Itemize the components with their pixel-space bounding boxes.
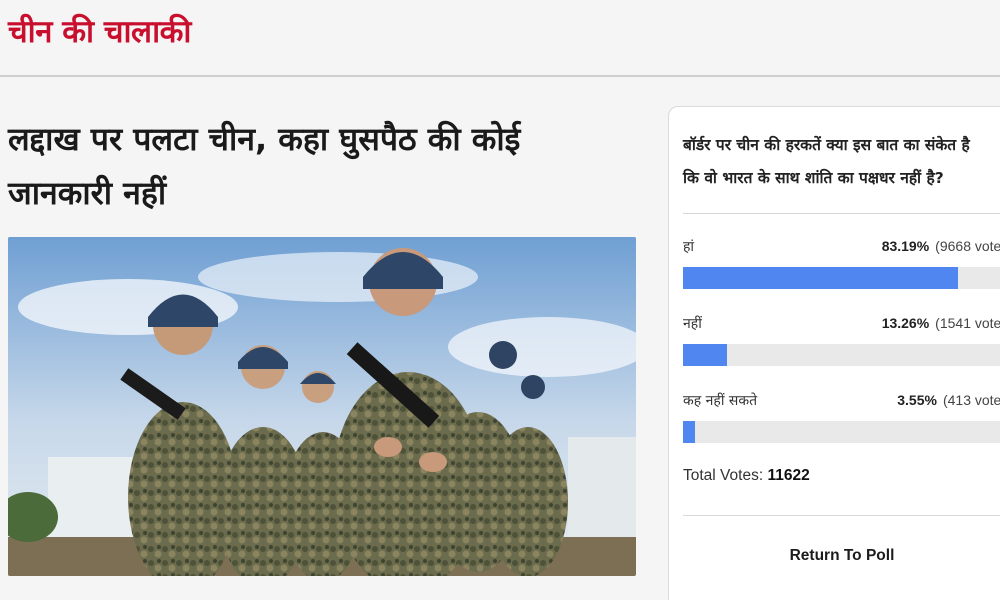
total-votes-value: 11622: [767, 467, 810, 484]
section-title: चीन की चालाकी: [8, 14, 191, 50]
poll-bar-track: [683, 344, 1000, 366]
poll-bar-fill: [683, 344, 727, 366]
poll-question: बॉर्डर पर चीन की हरकतें क्या इस बात का स…: [683, 129, 1000, 195]
poll-option-yes: हां 83.19% (9668 votes): [683, 237, 1000, 289]
poll-option-votes: (9668 votes): [935, 238, 1000, 254]
poll-option-label: नहीं: [683, 316, 702, 332]
poll-bar-fill: [683, 421, 695, 443]
poll-option-percent: 83.19%: [881, 238, 930, 254]
poll-option-label: कह नहीं सकते: [683, 393, 758, 409]
return-to-poll-button[interactable]: Return To Poll: [683, 547, 1000, 565]
poll-divider: [683, 213, 1000, 214]
poll-option-label: हां: [683, 239, 695, 255]
poll-option-no: नहीं 13.26% (1541 votes): [683, 314, 1000, 366]
poll-widget: बॉर्डर पर चीन की हरकतें क्या इस बात का स…: [668, 106, 1000, 600]
article-hero-image[interactable]: [8, 237, 636, 576]
header-divider: [0, 75, 1000, 77]
poll-total-votes: Total Votes: 11622: [683, 467, 810, 485]
headline-line-1: लद्दाख पर पलटा चीन, कहा घुसपैठ की कोई: [8, 120, 521, 158]
poll-bar-track: [683, 267, 1000, 289]
article-headline[interactable]: लद्दाख पर पलटा चीन, कहा घुसपैठ की कोई जा…: [8, 112, 628, 220]
poll-option-cant-say: कह नहीं सकते 3.55% (413 votes): [683, 391, 1000, 443]
poll-question-line-1: बॉर्डर पर चीन की हरकतें क्या इस बात का स…: [683, 136, 970, 154]
headline-line-2: जानकारी नहीं: [8, 174, 167, 212]
poll-divider: [683, 515, 1000, 516]
total-votes-label: Total Votes:: [683, 467, 764, 484]
poll-bar-fill: [683, 267, 958, 289]
poll-option-votes: (413 votes): [942, 392, 1000, 408]
poll-bar-track: [683, 421, 1000, 443]
poll-option-percent: 3.55%: [897, 392, 937, 408]
poll-option-votes: (1541 votes): [935, 315, 1000, 331]
poll-question-line-2: कि वो भारत के साथ शांति का पक्षधर नहीं ह…: [683, 169, 944, 187]
poll-option-percent: 13.26%: [881, 315, 930, 331]
